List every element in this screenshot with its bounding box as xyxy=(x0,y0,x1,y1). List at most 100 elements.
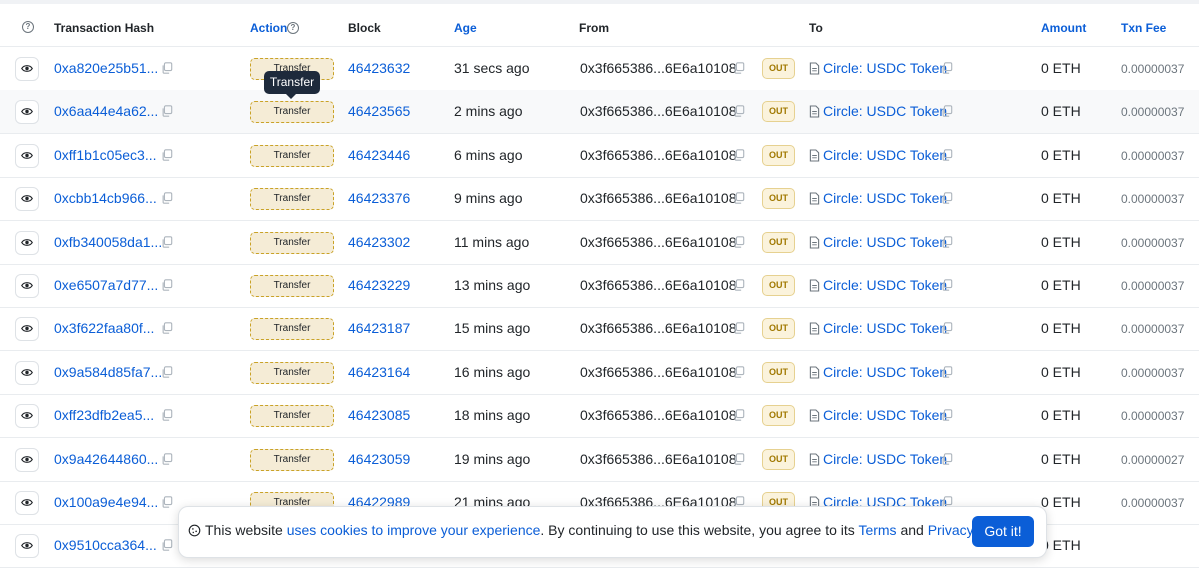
view-details-button[interactable] xyxy=(15,57,39,81)
view-details-button[interactable] xyxy=(15,491,39,515)
to-contract-link[interactable]: Circle: USDC Token xyxy=(823,451,947,467)
action-badge[interactable]: Transfer xyxy=(250,144,334,167)
transaction-hash-link[interactable]: 0x9510cca364... xyxy=(54,537,157,553)
view-details-button[interactable] xyxy=(15,317,39,342)
from-address[interactable]: 0x3f665386...6E6a10108 xyxy=(580,364,736,380)
transaction-hash-link[interactable]: 0x3f622faa80f... xyxy=(54,320,154,336)
copy-icon[interactable] xyxy=(161,321,173,335)
view-details-button[interactable] xyxy=(15,187,39,212)
copy-icon[interactable] xyxy=(941,148,953,161)
to-contract-link[interactable]: Circle: USDC Token xyxy=(823,234,947,250)
to-contract-link[interactable]: Circle: USDC Token xyxy=(823,190,947,206)
transaction-hash-link[interactable]: 0xfb340058da1... xyxy=(54,234,162,250)
from-address[interactable]: 0x3f665386...6E6a10108 xyxy=(580,190,736,206)
block-link[interactable]: 46423632 xyxy=(348,60,410,76)
from-address[interactable]: 0x3f665386...6E6a10108 xyxy=(580,234,736,250)
view-details-button[interactable] xyxy=(15,404,39,429)
action-badge[interactable]: Transfer xyxy=(250,405,334,428)
header-txn-fee[interactable]: Txn Fee xyxy=(1121,21,1166,35)
view-details-button[interactable] xyxy=(15,143,39,168)
cookie-policy-link[interactable]: uses cookies to improve your experience xyxy=(287,522,541,538)
header-age[interactable]: Age xyxy=(454,21,477,35)
copy-icon[interactable] xyxy=(941,452,953,465)
copy-icon[interactable] xyxy=(161,495,173,508)
copy-icon[interactable] xyxy=(161,278,173,291)
from-address[interactable]: 0x3f665386...6E6a10108 xyxy=(580,60,736,76)
from-address[interactable]: 0x3f665386...6E6a10108 xyxy=(580,451,736,467)
block-link[interactable]: 46423229 xyxy=(348,277,410,293)
terms-link[interactable]: Terms xyxy=(858,522,896,538)
action-badge[interactable]: Transfer xyxy=(250,188,334,211)
copy-icon[interactable] xyxy=(941,365,953,378)
view-details-button[interactable] xyxy=(15,360,39,385)
header-amount[interactable]: Amount xyxy=(1041,21,1086,35)
block-link[interactable]: 46423565 xyxy=(348,103,410,119)
to-contract-link[interactable]: Circle: USDC Token xyxy=(823,60,947,76)
block-link[interactable]: 46423376 xyxy=(348,190,410,206)
view-details-button[interactable] xyxy=(15,230,39,255)
copy-icon[interactable] xyxy=(161,148,173,161)
copy-icon[interactable] xyxy=(733,278,745,291)
from-address[interactable]: 0x3f665386...6E6a10108 xyxy=(580,147,736,163)
transaction-hash-link[interactable]: 0xe6507a7d77... xyxy=(54,277,158,293)
copy-icon[interactable] xyxy=(733,452,745,465)
action-badge[interactable]: Transfer xyxy=(250,275,334,297)
action-badge[interactable]: Transfer xyxy=(250,231,334,254)
block-link[interactable]: 46423164 xyxy=(348,364,410,380)
to-contract-link[interactable]: Circle: USDC Token xyxy=(823,103,947,119)
to-contract-link[interactable]: Circle: USDC Token xyxy=(823,147,947,163)
block-link[interactable]: 46423446 xyxy=(348,147,410,163)
copy-icon[interactable] xyxy=(161,104,173,118)
action-help-icon[interactable]: ? xyxy=(287,22,299,34)
copy-icon[interactable] xyxy=(161,235,173,248)
header-action[interactable]: Action xyxy=(250,21,287,35)
to-contract-link[interactable]: Circle: USDC Token xyxy=(823,407,947,423)
block-link[interactable]: 46423085 xyxy=(348,407,410,423)
block-link[interactable]: 46423059 xyxy=(348,451,410,467)
from-address[interactable]: 0x3f665386...6E6a10108 xyxy=(580,320,736,336)
action-badge[interactable]: Transfer xyxy=(250,448,334,471)
copy-icon[interactable] xyxy=(733,408,745,421)
transaction-hash-link[interactable]: 0xff23dfb2ea5... xyxy=(54,407,154,423)
to-contract-link[interactable]: Circle: USDC Token xyxy=(823,320,947,336)
copy-icon[interactable] xyxy=(941,408,953,421)
copy-icon[interactable] xyxy=(733,191,745,204)
block-link[interactable]: 46423187 xyxy=(348,320,410,336)
view-details-button[interactable] xyxy=(15,274,39,298)
copy-icon[interactable] xyxy=(941,235,953,248)
got-it-button[interactable]: Got it! xyxy=(972,516,1034,547)
copy-icon[interactable] xyxy=(941,191,953,204)
view-details-button[interactable] xyxy=(15,534,39,559)
action-badge[interactable]: Transfer xyxy=(250,318,334,341)
transaction-hash-link[interactable]: 0xa820e25b51... xyxy=(54,60,158,76)
copy-icon[interactable] xyxy=(941,321,953,335)
copy-icon[interactable] xyxy=(161,408,173,421)
copy-icon[interactable] xyxy=(733,365,745,378)
transaction-hash-link[interactable]: 0x9a584d85fa7... xyxy=(54,364,162,380)
to-contract-link[interactable]: Circle: USDC Token xyxy=(823,364,947,380)
block-link[interactable]: 46423302 xyxy=(348,234,410,250)
copy-icon[interactable] xyxy=(161,191,173,204)
action-badge[interactable]: Transfer xyxy=(250,101,334,124)
copy-icon[interactable] xyxy=(941,61,953,74)
copy-icon[interactable] xyxy=(733,148,745,161)
transaction-hash-link[interactable]: 0x6aa44e4a62... xyxy=(54,103,158,119)
action-badge[interactable]: Transfer xyxy=(250,361,334,384)
view-details-button[interactable] xyxy=(15,447,39,472)
copy-icon[interactable] xyxy=(733,321,745,335)
transaction-hash-link[interactable]: 0x100a9e4e94... xyxy=(54,494,158,510)
copy-icon[interactable] xyxy=(941,104,953,118)
transaction-hash-link[interactable]: 0xff1b1c05ec3... xyxy=(54,147,156,163)
from-address[interactable]: 0x3f665386...6E6a10108 xyxy=(580,407,736,423)
copy-icon[interactable] xyxy=(733,235,745,248)
transaction-hash-link[interactable]: 0x9a42644860... xyxy=(54,451,158,467)
copy-icon[interactable] xyxy=(161,365,173,378)
copy-icon[interactable] xyxy=(161,452,173,465)
to-contract-link[interactable]: Circle: USDC Token xyxy=(823,277,947,293)
copy-icon[interactable] xyxy=(161,538,173,552)
question-circle-icon[interactable]: ? xyxy=(22,21,34,33)
transaction-hash-link[interactable]: 0xcbb14cb966... xyxy=(54,190,157,206)
copy-icon[interactable] xyxy=(161,61,173,74)
view-details-button[interactable] xyxy=(15,100,39,125)
from-address[interactable]: 0x3f665386...6E6a10108 xyxy=(580,103,736,119)
